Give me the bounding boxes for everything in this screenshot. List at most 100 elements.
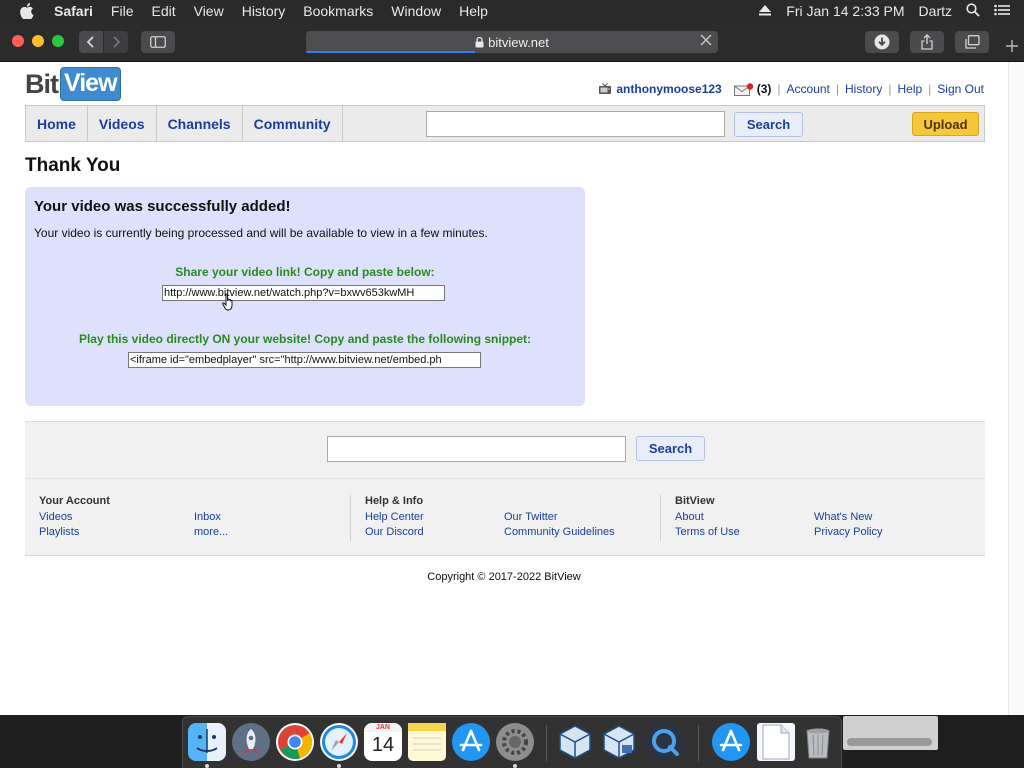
footer-link-more[interactable]: more... [194,526,228,541]
footer-link-whats-new[interactable]: What's New [814,511,882,526]
menubar-clock[interactable]: Fri Jan 14 2:33 PM [786,3,904,19]
header-search-button[interactable]: Search [734,112,803,137]
footer-link-community-guidelines[interactable]: Community Guidelines [504,526,615,541]
page-title: Thank You [25,155,121,176]
plus-icon [1006,40,1018,52]
safari-running-dot [337,764,341,768]
menu-bar: Safari File Edit View History Bookmarks … [0,0,1024,22]
download-icon [874,34,890,50]
embed-snippet-label: Play this video directly ON your website… [78,332,532,346]
spotlight-search-icon[interactable] [966,2,980,20]
footer-search-input[interactable] [327,436,626,462]
eject-icon[interactable] [758,3,772,19]
menu-view[interactable]: View [194,3,224,19]
footer-link-our-twitter[interactable]: Our Twitter [504,511,615,526]
close-window-button[interactable] [12,35,24,47]
footer-col-your-account-2: Inbox more... [194,495,228,541]
footer-heading-spacer [504,495,615,508]
bitview-logo[interactable]: Bit View [25,67,121,101]
share-button[interactable] [910,31,944,53]
app-store-icon[interactable] [452,723,490,761]
new-tab-button[interactable] [1000,34,1024,62]
notification-center-icon[interactable] [994,3,1010,19]
footer-divider [660,495,661,541]
upload-button[interactable]: Upload [912,112,979,136]
footer-heading-your-account: Your Account [39,495,110,507]
system-preferences-icon[interactable] [496,723,534,761]
back-button[interactable] [79,31,103,53]
inbox-mail-icon[interactable] [733,82,754,96]
sign-out-link[interactable]: Sign Out [937,82,984,96]
site-navbar: Home Videos Channels Community Search Up… [25,105,985,142]
footer-link-inbox[interactable]: Inbox [194,511,228,526]
dock-separator [698,725,699,761]
minimize-window-button[interactable] [32,35,44,47]
menu-help[interactable]: Help [459,3,488,19]
system-preferences-running-dot [513,764,517,768]
username-link[interactable]: anthonymoose123 [616,82,721,96]
footer-link-playlists[interactable]: Playlists [39,526,110,541]
launchpad-icon[interactable] [232,723,270,761]
virtualbox-vm-icon[interactable] [600,723,638,761]
quicktime-icon[interactable] [646,723,684,761]
downloads-button[interactable] [865,31,899,53]
nav-tab-community[interactable]: Community [243,106,343,141]
background-window-bar [847,738,932,746]
address-url: bitview.net [488,34,549,50]
menu-history[interactable]: History [242,3,286,19]
safari-icon[interactable] [320,723,358,761]
tv-icon [598,83,612,95]
footer-heading-spacer [194,495,228,508]
menu-file[interactable]: File [111,3,134,19]
app-store-downloads-icon[interactable] [712,723,750,761]
finder-icon[interactable] [188,723,226,761]
virtualbox-icon[interactable] [556,723,594,761]
footer-link-our-discord[interactable]: Our Discord [365,526,424,541]
footer-link-terms-of-use[interactable]: Terms of Use [675,526,740,541]
page-scrollbar[interactable] [1008,62,1024,715]
share-link-field[interactable]: http://www.bitview.net/watch.php?v=bxwv6… [162,285,445,301]
menubar-user[interactable]: Dartz [919,3,952,19]
trash-icon[interactable] [799,723,837,761]
footer-links: Your Account Videos Playlists Inbox more… [25,479,985,556]
address-bar[interactable]: bitview.net [306,31,718,53]
footer-link-privacy-policy[interactable]: Privacy Policy [814,526,882,541]
footer-link-help-center[interactable]: Help Center [365,511,424,526]
background-window[interactable] [843,716,938,750]
menu-app-safari[interactable]: Safari [54,3,93,19]
account-link[interactable]: Account [787,82,830,96]
calendar-icon[interactable]: JAN 14 [364,723,402,761]
dock: JAN 14 [182,716,842,768]
nav-tab-videos[interactable]: Videos [88,106,157,141]
menu-bookmarks[interactable]: Bookmarks [303,3,373,19]
footer-col-bitview-2: What's New Privacy Policy [814,495,882,541]
stop-loading-icon[interactable] [700,33,712,51]
calendar-day: 14 [371,734,395,756]
footer-link-about[interactable]: About [675,511,740,526]
apple-menu-icon[interactable] [20,3,36,19]
menu-edit[interactable]: Edit [151,3,175,19]
nav-tab-home[interactable]: Home [26,106,88,141]
show-tabs-button[interactable] [955,31,989,53]
embed-snippet-field[interactable]: <iframe id="embedplayer" src="http://www… [128,352,481,368]
link-separator: | [888,82,892,96]
help-link[interactable]: Help [897,82,922,96]
forward-button[interactable] [104,31,128,53]
document-icon[interactable] [757,723,795,761]
chrome-icon[interactable] [276,723,314,761]
web-page: Bit View anthonymoose123 (3) | Account |… [0,62,1024,715]
success-heading: Your video was successfully added! [34,198,291,215]
notes-icon[interactable] [408,723,446,761]
finder-running-dot [205,764,209,768]
header-search-input[interactable] [426,111,725,137]
footer-link-videos[interactable]: Videos [39,511,110,526]
history-link[interactable]: History [845,82,882,96]
nav-tab-channels[interactable]: Channels [157,106,243,141]
sidebar-toggle-button[interactable] [141,31,175,53]
menu-window[interactable]: Window [391,3,441,19]
footer-search-button[interactable]: Search [636,436,705,461]
zoom-window-button[interactable] [52,35,64,47]
share-link-label: Share your video link! Copy and paste be… [175,265,435,279]
inbox-count[interactable]: (3) [757,82,772,96]
link-separator: | [835,82,840,96]
